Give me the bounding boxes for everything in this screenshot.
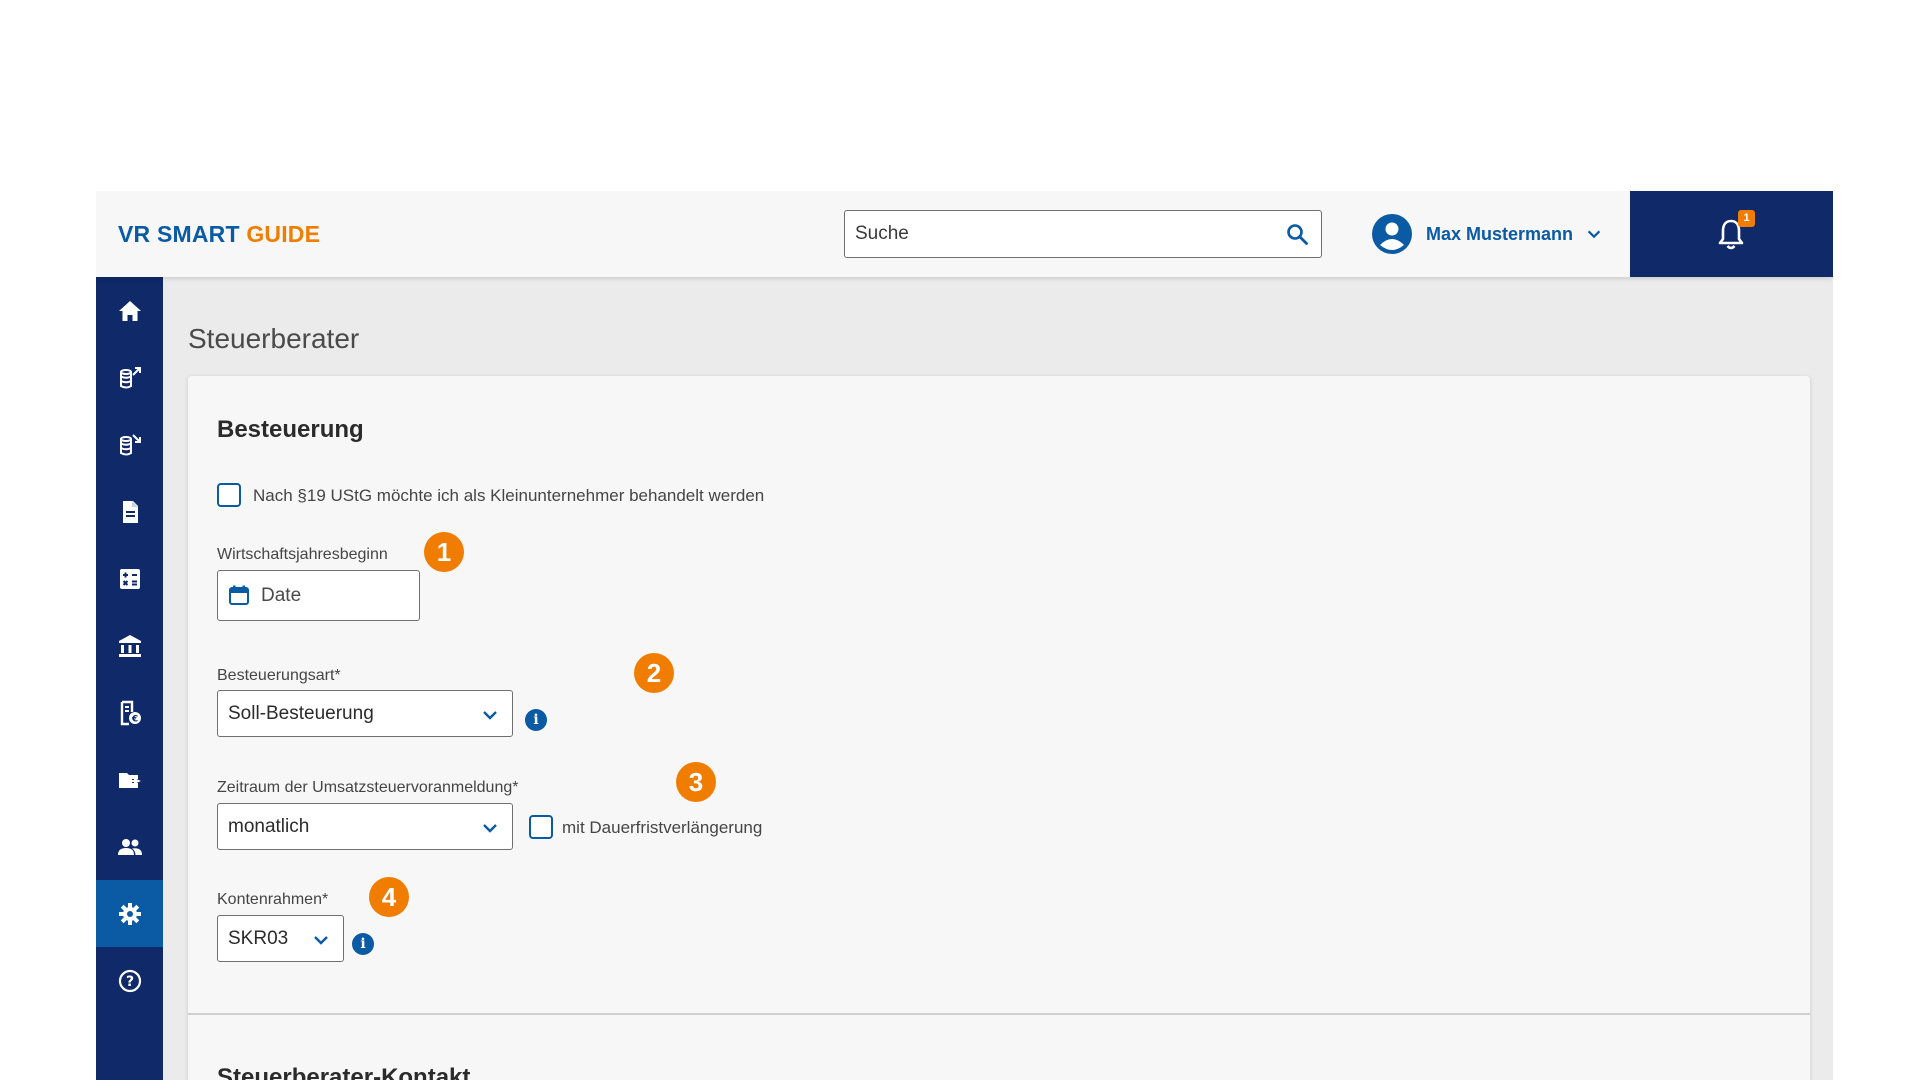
user-menu[interactable]: Max Mustermann bbox=[1372, 214, 1603, 254]
svg-text:€: € bbox=[130, 714, 137, 724]
document-icon bbox=[122, 500, 138, 523]
settings-card: Besteuerung Nach §19 UStG möchte ich als… bbox=[188, 376, 1810, 1080]
zeitraum-select[interactable]: monatlich bbox=[217, 803, 513, 850]
zeitraum-label: Zeitraum der Umsatzsteuervoranmeldung* bbox=[217, 779, 519, 796]
besteuerungsart-label: Besteuerungsart* bbox=[217, 667, 341, 684]
sidebar-item-einnahmen[interactable] bbox=[96, 411, 163, 478]
chevron-down-icon bbox=[483, 824, 497, 833]
marker-1: 1 bbox=[424, 532, 464, 572]
kontenrahmen-select[interactable]: SKR03 bbox=[217, 915, 344, 962]
marker-4: 4 bbox=[369, 877, 409, 917]
dauerfrist-checkbox[interactable] bbox=[529, 815, 553, 839]
avatar-icon bbox=[1372, 214, 1412, 254]
section-divider bbox=[188, 1013, 1810, 1015]
sidebar-item-einstellungen[interactable] bbox=[96, 880, 163, 947]
sidebar-item-belege[interactable]: € bbox=[96, 679, 163, 746]
kleinunternehmer-label: Nach §19 UStG möchte ich als Kleinuntern… bbox=[253, 486, 765, 505]
notifications-panel: 1 bbox=[1630, 191, 1833, 277]
section-title-besteuerung: Besteuerung bbox=[217, 416, 364, 443]
help-icon: ? bbox=[118, 969, 141, 992]
chevron-down-icon bbox=[483, 711, 497, 720]
calendar-icon bbox=[229, 585, 249, 605]
kontenrahmen-value: SKR03 bbox=[228, 928, 289, 949]
marker-2: 2 bbox=[634, 653, 674, 693]
gear-icon bbox=[118, 902, 141, 925]
sidebar: € ? bbox=[96, 277, 163, 1080]
sidebar-item-dokumente[interactable] bbox=[96, 478, 163, 545]
app-window: VR SMART GUIDE Max Mustermann 1 bbox=[96, 191, 1833, 1080]
page-title: Steuerberater bbox=[188, 323, 360, 354]
info-icon[interactable]: i bbox=[352, 933, 374, 955]
folder-export-icon bbox=[118, 772, 141, 788]
sidebar-item-hilfe[interactable]: ? bbox=[96, 947, 163, 1014]
sidebar-item-kontakte[interactable] bbox=[96, 813, 163, 880]
besteuerungsart-select[interactable]: Soll-Besteuerung bbox=[217, 690, 513, 737]
sidebar-item-bank[interactable] bbox=[96, 612, 163, 679]
svg-text:?: ? bbox=[125, 974, 133, 990]
sidebar-item-ausgaben[interactable] bbox=[96, 344, 163, 411]
app-logo[interactable]: VR SMART GUIDE bbox=[118, 221, 320, 248]
kleinunternehmer-checkbox[interactable] bbox=[217, 483, 241, 507]
sidebar-item-rechner[interactable] bbox=[96, 545, 163, 612]
receipt-euro-icon: € bbox=[120, 700, 141, 725]
logo-vr-text: VR SMART bbox=[118, 221, 247, 247]
search-input[interactable] bbox=[855, 211, 1255, 256]
zeitraum-value: monatlich bbox=[228, 816, 310, 837]
people-icon bbox=[117, 838, 142, 855]
logo-guide-text: GUIDE bbox=[246, 221, 321, 247]
home-icon bbox=[118, 300, 141, 321]
calculator-icon bbox=[119, 568, 140, 589]
user-name: Max Mustermann bbox=[1426, 223, 1574, 244]
dauerfrist-label: mit Dauerfristverlängerung bbox=[562, 818, 763, 837]
marker-3: 3 bbox=[676, 762, 716, 802]
search-box[interactable] bbox=[844, 210, 1322, 258]
notification-badge: 1 bbox=[1738, 210, 1755, 227]
wirtschaftsjahr-date-field[interactable]: Date bbox=[217, 570, 420, 621]
sidebar-item-home[interactable] bbox=[96, 277, 163, 344]
date-value: Date bbox=[261, 585, 302, 606]
section-title-kontakt: Steuerberater-Kontakt bbox=[217, 1064, 471, 1080]
wirtschaftsjahr-label: Wirtschaftsjahresbeginn bbox=[217, 546, 388, 563]
bank-icon bbox=[118, 634, 141, 657]
chevron-down-icon bbox=[1587, 230, 1601, 239]
coins-in-icon bbox=[119, 433, 141, 455]
top-bar: VR SMART GUIDE Max Mustermann 1 bbox=[96, 191, 1833, 277]
info-icon[interactable]: i bbox=[525, 709, 547, 731]
search-icon[interactable] bbox=[1285, 222, 1309, 246]
coins-out-icon bbox=[119, 366, 141, 388]
chevron-down-icon bbox=[314, 936, 328, 945]
kontenrahmen-label: Kontenrahmen* bbox=[217, 891, 329, 908]
sidebar-item-export[interactable] bbox=[96, 746, 163, 813]
besteuerungsart-value: Soll-Besteuerung bbox=[228, 703, 374, 724]
